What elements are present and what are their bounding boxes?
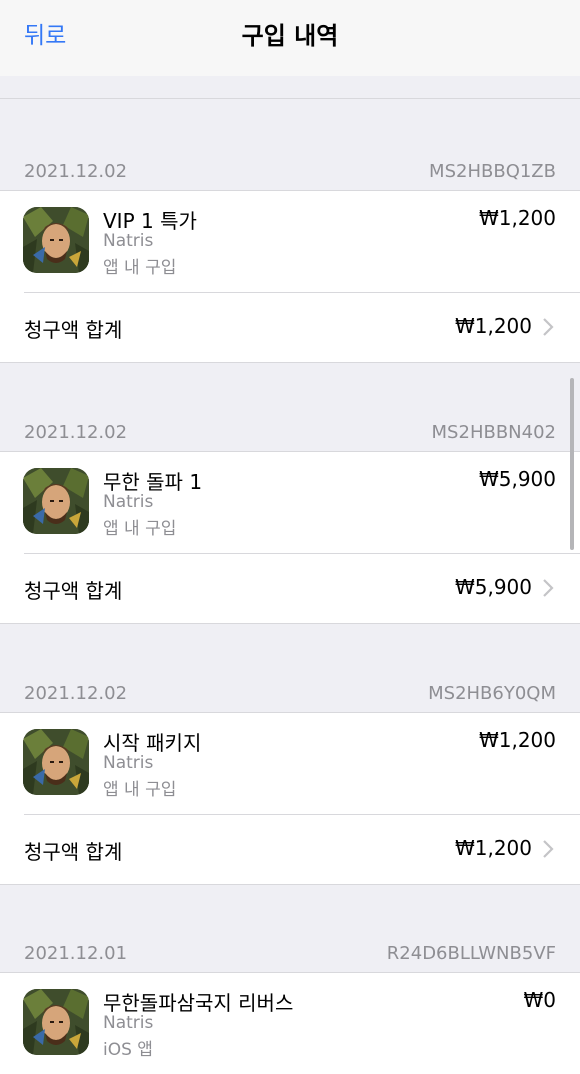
group-header: 2021.12.02 MS2HBBN402: [0, 409, 580, 451]
total-row[interactable]: 청구액 합계 ₩5,900: [0, 553, 580, 624]
order-id: MS2HB6Y0QM: [428, 683, 556, 704]
item-developer: Natris: [103, 231, 154, 251]
divider: [24, 553, 580, 554]
total-row[interactable]: 청구액 합계 ₩1,200: [0, 292, 580, 363]
purchase-history-list[interactable]: 2021.12.02 MS2HBBQ1ZB VIP 1 특가 Natris 앱 …: [0, 76, 580, 1074]
app-icon: [23, 468, 89, 534]
divider: [24, 814, 580, 815]
item-name: 무한돌파삼국지 리버스: [103, 991, 294, 1015]
purchase-date: 2021.12.02: [24, 683, 128, 704]
total-label: 청구액 합계: [24, 579, 123, 603]
app-icon: [23, 989, 89, 1055]
item-name: 무한 돌파 1: [103, 470, 203, 494]
app-icon: [23, 207, 89, 273]
page-title: 구입 내역: [241, 22, 339, 50]
app-icon: [23, 729, 89, 795]
group-header: 2021.12.02 MS2HBBQ1ZB: [0, 148, 580, 190]
chevron-right-icon: [543, 840, 554, 858]
scrollbar[interactable]: [570, 378, 574, 550]
purchase-item[interactable]: 무한 돌파 1 Natris 앱 내 구입 ₩5,900: [0, 451, 580, 554]
purchase-date: 2021.12.01: [24, 943, 128, 964]
total-label: 청구액 합계: [24, 318, 123, 342]
purchase-date: 2021.12.02: [24, 422, 128, 443]
total-price: ₩1,200: [454, 836, 532, 860]
chevron-right-icon: [543, 318, 554, 336]
item-name: VIP 1 특가: [103, 209, 197, 233]
group-header: 2021.12.02 MS2HB6Y0QM: [0, 670, 580, 712]
item-developer: Natris: [103, 1013, 154, 1033]
item-price: ₩5,900: [478, 467, 556, 491]
total-row[interactable]: 청구액 합계 ₩1,200: [0, 814, 580, 885]
item-type: 앱 내 구입: [103, 780, 177, 800]
divider: [24, 292, 580, 293]
item-price: ₩0: [523, 988, 557, 1012]
purchase-item[interactable]: 무한돌파삼국지 리버스 Natris iOS 앱 ₩0: [0, 972, 580, 1074]
item-name: 시작 패키지: [103, 731, 202, 755]
navigation-bar: 뒤로 구입 내역: [0, 0, 580, 76]
total-price: ₩1,200: [454, 314, 532, 338]
chevron-right-icon: [543, 579, 554, 597]
total-label: 청구액 합계: [24, 840, 123, 864]
item-price: ₩1,200: [478, 206, 556, 230]
order-id: MS2HBBN402: [431, 422, 556, 443]
purchase-date: 2021.12.02: [24, 161, 128, 182]
item-developer: Natris: [103, 753, 154, 773]
purchase-item[interactable]: VIP 1 특가 Natris 앱 내 구입 ₩1,200: [0, 190, 580, 293]
order-id: R24D6BLLWNB5VF: [386, 943, 556, 964]
item-price: ₩1,200: [478, 728, 556, 752]
order-id: MS2HBBQ1ZB: [429, 161, 556, 182]
group-header: 2021.12.01 R24D6BLLWNB5VF: [0, 930, 580, 972]
total-price: ₩5,900: [454, 575, 532, 599]
item-type: 앱 내 구입: [103, 519, 177, 539]
item-type: iOS 앱: [103, 1040, 153, 1060]
item-developer: Natris: [103, 492, 154, 512]
item-type: 앱 내 구입: [103, 258, 177, 278]
purchase-item[interactable]: 시작 패키지 Natris 앱 내 구입 ₩1,200: [0, 712, 580, 815]
divider: [0, 98, 580, 99]
